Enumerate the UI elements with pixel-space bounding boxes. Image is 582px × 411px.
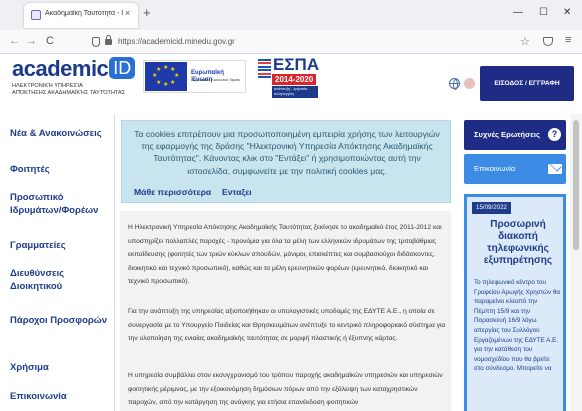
news-body: Το τηλεφωνικό κέντρο του Γραφείου Αρωγής… <box>474 279 560 373</box>
tab-close-icon[interactable]: × <box>125 8 130 18</box>
tab-title: Ακαδημαϊκή Ταυτότητα - Info <box>45 10 123 17</box>
article-paragraph: Για την ανάπτυξη της υπηρεσίας αξιοποιήθ… <box>128 308 446 343</box>
favicon-icon <box>31 10 41 20</box>
sidebar-item-contact[interactable]: Επικοινωνία <box>10 390 110 403</box>
espa-years: 2014-2020 <box>272 74 317 85</box>
sidebar-item-news[interactable]: Νέα & Ανακοινώσεις <box>10 127 110 140</box>
maximize-icon[interactable]: ☐ <box>539 7 548 19</box>
sidebar-item-staff[interactable]: Προσωπικό Ιδρυμάτων/Φορέων <box>10 191 110 217</box>
espa-logo: ΕΣΠΑ 2014-2020 ανάπτυξη - εργασία - αλλη… <box>258 55 324 98</box>
faq-button[interactable]: Συχνές Ερωτήσεις ? <box>464 120 566 150</box>
article-paragraph: Η Ηλεκτρονική Υπηρεσία Απόκτησης Ακαδημα… <box>128 224 442 286</box>
right-sidebar: Συχνές Ερωτήσεις ? Επικοινωνία 15/09/202… <box>456 114 570 411</box>
lock-icon[interactable] <box>105 35 112 45</box>
news-card[interactable]: 15/09/2022 Προσωρινή διακοπή τηλεφωνικής… <box>464 194 566 411</box>
language-flag-icon[interactable] <box>464 78 475 89</box>
language-globe-icon[interactable] <box>449 78 460 90</box>
bookmark-star-icon[interactable]: ☆ <box>520 35 530 48</box>
eu-sub: Ευρωπαϊκό Κοινωνικό Ταμείο <box>191 78 241 82</box>
new-tab-icon[interactable]: + <box>143 6 151 19</box>
browser-toolbar: ← → C https://academicid.minedu.gov.gr ☆… <box>0 30 582 54</box>
main-content: Τα cookies επιτρέπουν μια προσωποποιημέν… <box>115 114 456 411</box>
envelope-icon <box>548 164 562 174</box>
hamburger-menu-icon[interactable]: ≡ <box>565 34 571 46</box>
eu-logo: ★ ★ ★ ★ ★ ★ ★ ★ Ευρωπαϊκή Ένωση Ευρωπαϊκ… <box>143 60 246 93</box>
espa-sub: ανάπτυξη - εργασία - αλληλεγγύη <box>272 86 318 98</box>
tracking-shield-icon[interactable] <box>92 37 100 47</box>
login-register-button[interactable]: ΕΙΣΟΔΟΣ / ΕΓΓΡΑΦΗ <box>480 66 574 101</box>
sidebar-item-admin-directorates[interactable]: Διευθύνσεις Διοικητικού <box>10 267 110 293</box>
espa-title: ΕΣΠΑ <box>273 55 320 74</box>
window-close-icon[interactable]: ✕ <box>563 7 571 19</box>
left-sidebar: Νέα & Ανακοινώσεις Φοιτητές Προσωπικό Ιδ… <box>0 114 115 411</box>
sidebar-item-students[interactable]: Φοιτητές <box>10 163 110 176</box>
address-bar[interactable]: https://academicid.minedu.gov.gr <box>118 37 235 46</box>
reload-icon[interactable]: C <box>46 35 54 48</box>
espa-stripes-icon <box>258 59 271 81</box>
cookie-banner: Τα cookies επιτρέπουν μια προσωποποιημέν… <box>121 120 451 203</box>
news-date: 15/09/2022 <box>472 202 511 214</box>
scrollbar-thumb[interactable] <box>573 120 579 250</box>
eu-flag-icon: ★ ★ ★ ★ ★ ★ ★ ★ <box>145 62 187 91</box>
site-header: academic ID Ηλεκτρονική Υπηρεσία Απόκτηση… <box>0 54 582 114</box>
contact-label: Επικοινωνία <box>474 164 516 173</box>
academic-id-logo[interactable]: academic ID Ηλεκτρονική Υπηρεσία Απόκτηση… <box>12 56 136 97</box>
faq-label: Συχνές Ερωτήσεις <box>474 130 540 139</box>
contact-button[interactable]: Επικοινωνία <box>464 154 566 184</box>
cookie-text: Τα cookies επιτρέπουν μια προσωποποιημέν… <box>134 129 440 176</box>
minimize-icon[interactable]: — <box>513 7 523 19</box>
logo-id-badge: ID <box>109 57 136 79</box>
cookie-accept-button[interactable]: Ενταξει <box>222 187 252 197</box>
intro-article: Η Ηλεκτρονική Υπηρεσία Απόκτησης Ακαδημα… <box>120 211 451 411</box>
question-bubble-icon: ? <box>548 128 561 141</box>
back-arrow-icon[interactable]: ← <box>9 35 20 48</box>
browser-tab[interactable]: Ακαδημαϊκή Ταυτότητα - Info × <box>24 3 138 28</box>
sidebar-item-secretariats[interactable]: Γραμματείες <box>10 239 110 252</box>
learn-more-link[interactable]: Μάθε περισσότερα <box>134 187 211 197</box>
news-title[interactable]: Προσωρινή διακοπή τηλεφωνικής εξυπηρέτησ… <box>477 219 559 267</box>
article-paragraph: Η υπηρεσία συμβάλλει στον εκσυγχρονισμό … <box>128 372 443 407</box>
forward-arrow-icon[interactable]: → <box>26 35 37 48</box>
browser-tab-bar: Ακαδημαϊκή Ταυτότητα - Info × + — ☐ ✕ <box>0 0 582 30</box>
logo-text: academic <box>12 56 109 81</box>
sidebar-item-providers[interactable]: Πάροχοι Προσφορών <box>10 314 110 327</box>
pocket-icon[interactable] <box>543 37 553 46</box>
logo-subtitle-2: Απόκτησης Ακαδημαϊκής Ταυτότητας <box>12 90 126 96</box>
logo-subtitle-1: Ηλεκτρονική Υπηρεσία <box>12 83 83 89</box>
sidebar-item-useful[interactable]: Χρήσιμα <box>10 361 110 374</box>
